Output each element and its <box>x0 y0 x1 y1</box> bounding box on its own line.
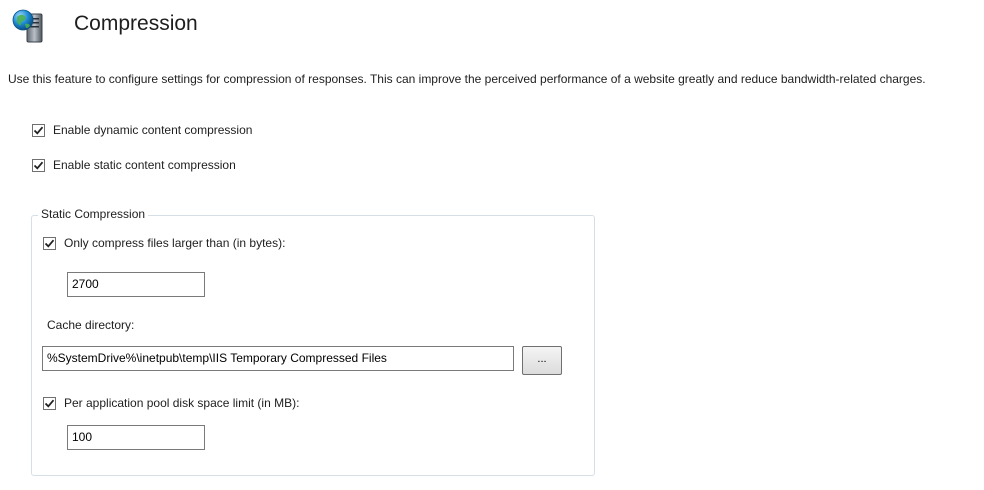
static-compression-option[interactable]: Enable static content compression <box>32 158 236 172</box>
cache-directory-label: Cache directory: <box>47 318 135 332</box>
cache-directory-input[interactable]: %SystemDrive%\inetpub\temp\IIS Temporary… <box>42 346 514 371</box>
browse-button[interactable]: ... <box>522 346 562 375</box>
disk-limit-checkbox[interactable] <box>43 396 56 410</box>
min-size-option[interactable]: Only compress files larger than (in byte… <box>43 236 285 250</box>
min-size-checkbox[interactable] <box>43 236 56 250</box>
static-compression-label: Enable static content compression <box>53 158 236 172</box>
checkmark-icon <box>44 399 55 408</box>
feature-description: Use this feature to configure settings f… <box>8 72 926 86</box>
dynamic-compression-label: Enable dynamic content compression <box>53 123 253 137</box>
min-size-label: Only compress files larger than (in byte… <box>64 236 286 250</box>
dynamic-compression-option[interactable]: Enable dynamic content compression <box>32 123 252 137</box>
static-compression-checkbox[interactable] <box>32 158 45 172</box>
server-globe-icon <box>10 6 50 46</box>
checkmark-icon <box>33 126 44 135</box>
disk-limit-input[interactable]: 100 <box>67 425 205 450</box>
page-title: Compression <box>74 12 198 35</box>
disk-limit-label: Per application pool disk space limit (i… <box>64 396 300 410</box>
disk-limit-option[interactable]: Per application pool disk space limit (i… <box>43 396 299 410</box>
page-header <box>10 6 50 46</box>
dynamic-compression-checkbox[interactable] <box>32 123 45 137</box>
min-size-input[interactable]: 2700 <box>67 272 205 297</box>
checkmark-icon <box>44 239 55 248</box>
static-compression-legend: Static Compression <box>38 207 149 221</box>
checkmark-icon <box>33 161 44 170</box>
